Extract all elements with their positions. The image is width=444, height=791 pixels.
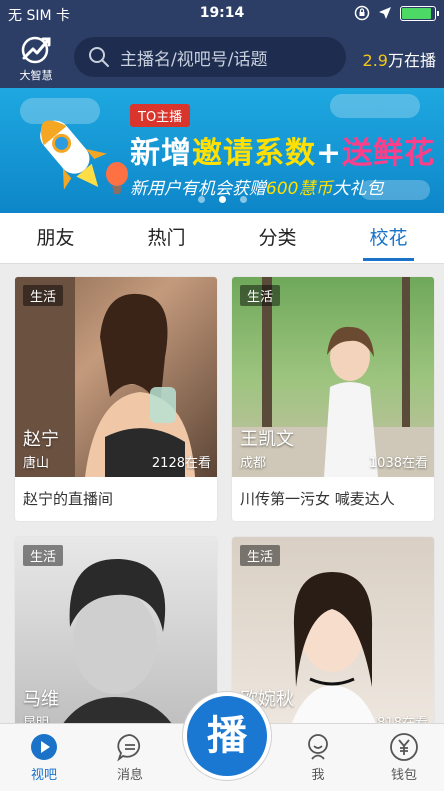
banner-title-part4: 送鲜花	[342, 136, 436, 171]
tab-categories[interactable]: 分类	[222, 213, 333, 263]
nav-messages[interactable]: 消息	[100, 732, 160, 783]
banner-title-part3: +	[316, 136, 343, 171]
live-card[interactable]: 生活 欧婉秋 818在看	[232, 537, 434, 723]
category-tag: 生活	[240, 545, 281, 566]
nav-messages-label: 消息	[116, 768, 143, 783]
top-header: 大智慧 主播名/视吧号/话题 2.9万在播	[0, 28, 444, 88]
battery-icon	[400, 5, 439, 21]
viewer-count: 1038在看	[368, 456, 428, 471]
banner-pager[interactable]	[0, 196, 444, 203]
banner-title-part2: 邀请系数	[192, 136, 316, 171]
balloon-icon	[106, 162, 128, 194]
host-city: 唐山	[23, 456, 50, 471]
pager-dot[interactable]	[197, 196, 205, 203]
online-count[interactable]: 2.9万在播	[363, 47, 436, 71]
category-tag: 生活	[23, 545, 64, 566]
broadcast-button[interactable]: 播	[183, 692, 271, 780]
nav-me[interactable]: 我	[288, 732, 348, 783]
viewer-count: 818在看	[377, 712, 428, 723]
nav-wallet-label: 钱包	[390, 768, 417, 783]
status-bar: 无 SIM 卡 19:14	[0, 0, 444, 28]
online-number: 2.9	[362, 51, 388, 70]
card-thumbnail: 生活 欧婉秋 818在看	[232, 537, 434, 723]
app-logo[interactable]: 大智慧	[12, 34, 60, 83]
banner-title-part1: 新增	[130, 136, 192, 171]
nav-video-label: 视吧	[30, 768, 57, 783]
card-thumbnail: 生活 王凯文 成都 1038在看	[232, 277, 434, 477]
room-title: 川传第一污女 喊麦达人	[240, 490, 395, 508]
tab-hot[interactable]: 热门	[111, 213, 222, 263]
promo-banner[interactable]: TO主播 新增邀请系数+送鲜花 新用户有机会获赠600慧币大礼包	[0, 88, 444, 213]
wallet-icon	[390, 733, 418, 761]
tab-friends[interactable]: 朋友	[0, 213, 111, 263]
card-thumbnail: 生活 马维 昆明 860	[15, 537, 217, 723]
logo-icon	[21, 36, 51, 64]
search-icon	[89, 47, 109, 67]
online-suffix: 万在播	[387, 51, 436, 70]
category-tabs: 朋友 热门 分类 校花	[0, 213, 444, 264]
play-icon	[31, 734, 57, 760]
host-city: 昆明	[23, 712, 49, 723]
live-grid: 生活 赵宁 唐山 2128在看 赵宁的直播间 生活 王凯文 成都 1038在看 …	[0, 263, 444, 723]
host-name: 王凯文	[240, 429, 294, 450]
search-input[interactable]: 主播名/视吧号/话题	[74, 37, 346, 77]
tab-campus-belle[interactable]: 校花	[333, 213, 444, 263]
chat-bubble-icon	[117, 734, 141, 762]
orientation-lock-icon	[354, 5, 370, 21]
card-thumbnail: 生活 赵宁 唐山 2128在看	[15, 277, 217, 477]
category-tag: 生活	[23, 285, 64, 306]
status-icons	[354, 5, 439, 21]
viewer-count: 2128在看	[151, 456, 211, 471]
pager-dot-active[interactable]	[218, 196, 226, 203]
live-card[interactable]: 生活 王凯文 成都 1038在看 川传第一污女 喊麦达人	[232, 277, 434, 521]
banner-tag: TO主播	[130, 104, 191, 127]
banner-title: 新增邀请系数+送鲜花	[130, 128, 435, 172]
nav-video[interactable]: 视吧	[14, 732, 74, 783]
pager-dot[interactable]	[239, 196, 247, 203]
logo-text: 大智慧	[19, 69, 53, 82]
nav-wallet[interactable]: 钱包	[374, 732, 434, 783]
location-icon	[379, 7, 391, 19]
room-title: 赵宁的直播间	[23, 490, 114, 508]
host-name: 赵宁	[23, 429, 59, 450]
host-city: 成都	[240, 456, 267, 471]
user-icon	[308, 734, 328, 760]
live-card[interactable]: 生活 赵宁 唐山 2128在看 赵宁的直播间	[15, 277, 217, 521]
search-placeholder: 主播名/视吧号/话题	[120, 49, 268, 70]
live-card[interactable]: 生活 马维 昆明 860	[15, 537, 217, 723]
category-tag: 生活	[240, 285, 281, 306]
host-name: 马维	[23, 689, 59, 710]
nav-me-label: 我	[311, 768, 325, 783]
